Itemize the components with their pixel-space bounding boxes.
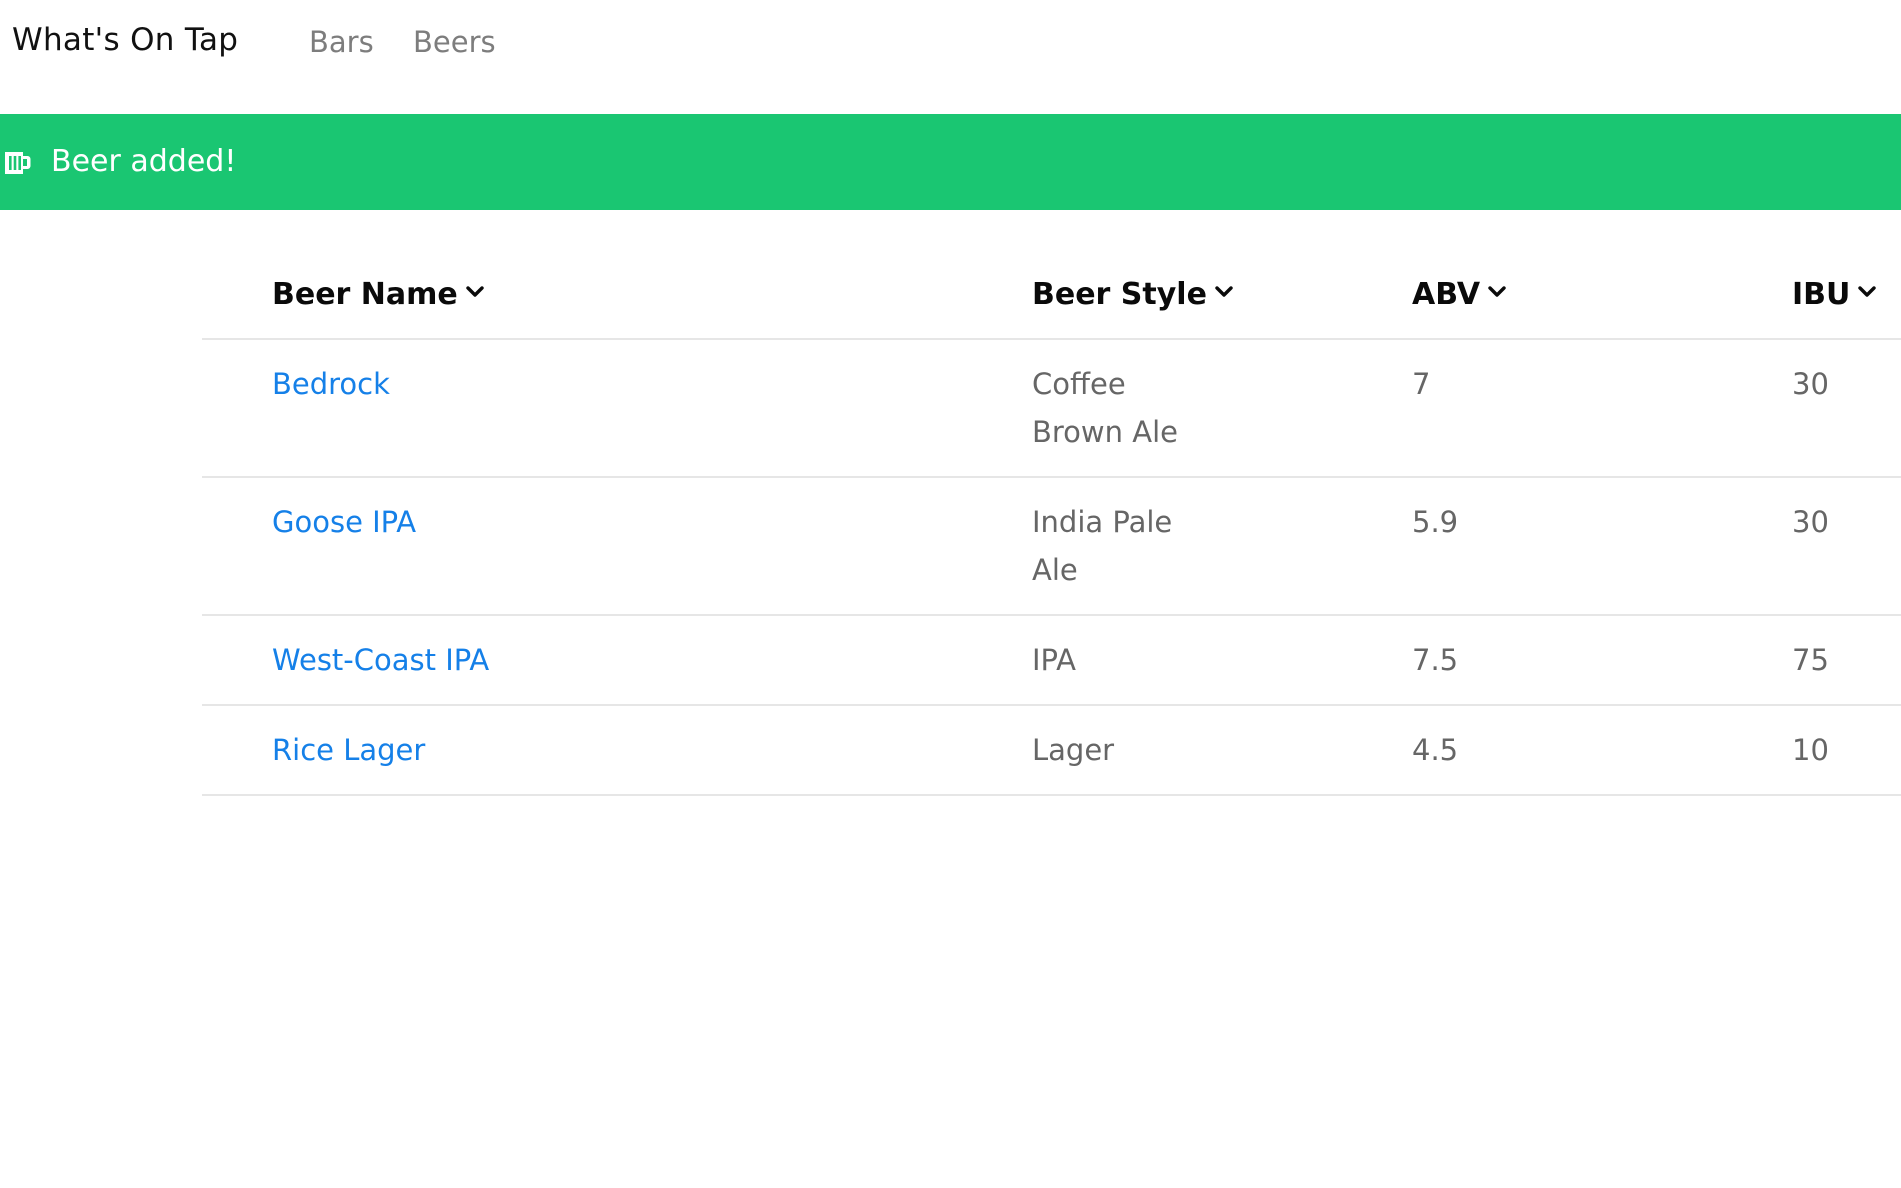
- table-row: Goose IPA India Pale Ale 5.9 30: [202, 477, 1901, 616]
- beer-name-cell: Bedrock: [202, 339, 962, 478]
- ibu-cell: 30: [1722, 477, 1901, 616]
- header-beer-name-label: Beer Name: [272, 276, 458, 312]
- chevron-down-icon: [1215, 286, 1233, 297]
- flash-message: Beer added!: [51, 144, 237, 179]
- header-abv-label: ABV: [1412, 276, 1481, 312]
- beers-table-container: Beer Name Beer Style ABV IBU Bedrock Cof…: [202, 250, 1901, 796]
- header-beer-name[interactable]: Beer Name: [202, 250, 962, 340]
- beer-link[interactable]: West-Coast IPA: [272, 643, 489, 677]
- beer-name-cell: Rice Lager: [202, 705, 962, 796]
- beer-mug-icon: [3, 147, 33, 177]
- beer-link[interactable]: Rice Lager: [272, 733, 425, 767]
- beer-style-cell: India Pale Ale: [962, 477, 1342, 616]
- nav-link-beers[interactable]: Beers: [413, 25, 496, 59]
- beer-style-cell: Lager: [962, 705, 1342, 796]
- table-row: West-Coast IPA IPA 7.5 75: [202, 615, 1901, 706]
- brand-link[interactable]: What's On Tap: [12, 22, 238, 58]
- abv-cell: 7: [1342, 339, 1722, 478]
- ibu-cell: 10: [1722, 705, 1901, 796]
- chevron-down-icon: [1858, 286, 1877, 297]
- beer-link[interactable]: Goose IPA: [272, 505, 416, 539]
- abv-cell: 4.5: [1342, 705, 1722, 796]
- header-ibu[interactable]: IBU: [1722, 250, 1901, 340]
- header-abv[interactable]: ABV: [1342, 250, 1722, 340]
- chevron-down-icon: [1488, 286, 1506, 297]
- beer-style-cell: IPA: [962, 615, 1342, 706]
- ibu-cell: 30: [1722, 339, 1901, 478]
- nav-link-bars[interactable]: Bars: [309, 25, 374, 59]
- header-beer-style[interactable]: Beer Style: [962, 250, 1342, 340]
- ibu-cell: 75: [1722, 615, 1901, 706]
- beer-link[interactable]: Bedrock: [272, 367, 390, 401]
- beers-table: Beer Name Beer Style ABV IBU Bedrock Cof…: [202, 250, 1901, 796]
- header-ibu-label: IBU: [1792, 276, 1851, 312]
- table-row: Bedrock Coffee Brown Ale 7 30: [202, 339, 1901, 478]
- beer-name-cell: West-Coast IPA: [202, 615, 962, 706]
- table-row: Rice Lager Lager 4.5 10: [202, 705, 1901, 796]
- header-beer-style-label: Beer Style: [1032, 276, 1207, 312]
- chevron-down-icon: [466, 286, 484, 297]
- abv-cell: 5.9: [1342, 477, 1722, 616]
- beer-style-cell: Coffee Brown Ale: [962, 339, 1342, 478]
- navbar: What's On Tap Bars Beers: [0, 0, 1901, 114]
- table-header-row: Beer Name Beer Style ABV IBU: [202, 250, 1901, 340]
- abv-cell: 7.5: [1342, 615, 1722, 706]
- flash-notification: Beer added!: [0, 114, 1901, 210]
- beer-name-cell: Goose IPA: [202, 477, 962, 616]
